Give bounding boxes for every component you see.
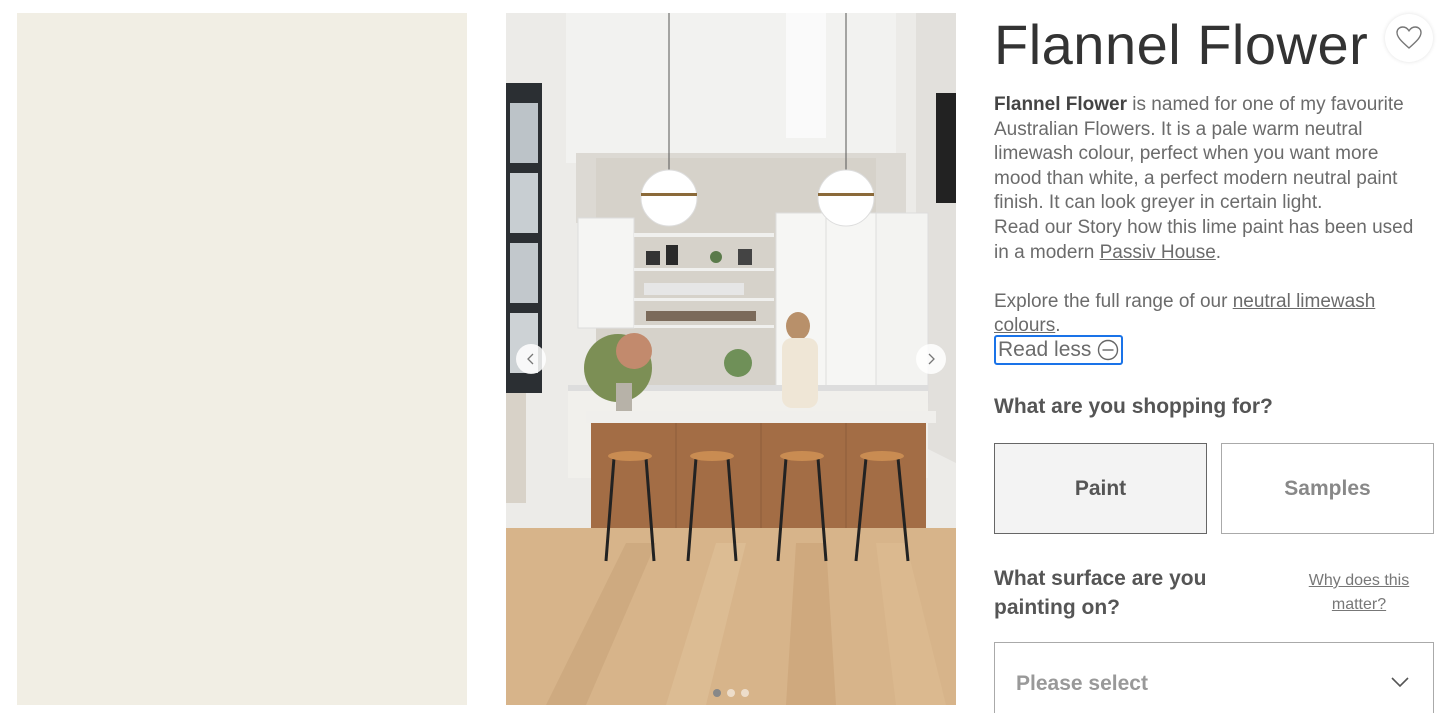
explore-suffix: . — [1055, 315, 1061, 337]
carousel-dot[interactable] — [727, 689, 735, 697]
read-less-label: Read less — [998, 338, 1092, 361]
story-suffix: . — [1215, 241, 1222, 263]
minus-circle-icon — [1098, 339, 1119, 361]
heart-outline-icon — [1396, 26, 1422, 49]
story-paragraph: Read our Story how this lime paint has b… — [994, 216, 1424, 265]
chevron-down-icon — [1391, 677, 1409, 688]
carousel-prev-button[interactable] — [516, 344, 546, 374]
chevron-left-icon — [527, 353, 534, 365]
colour-swatch — [17, 13, 467, 705]
description-product-name: Flannel Flower — [994, 94, 1128, 115]
option-paint-button[interactable]: Paint — [994, 443, 1207, 534]
explore-prefix: Explore the full range of our — [994, 290, 1233, 312]
surface-select-placeholder: Please select — [1016, 672, 1148, 695]
chevron-right-icon — [928, 353, 935, 365]
carousel-dots — [506, 689, 956, 697]
option-samples-button[interactable]: Samples — [1221, 443, 1434, 534]
carousel-dot[interactable] — [741, 689, 749, 697]
shopping-question: What are you shopping for? — [994, 395, 1273, 418]
read-less-button[interactable]: Read less — [994, 335, 1124, 365]
product-title: Flannel Flower — [994, 13, 1369, 76]
product-image-carousel[interactable] — [506, 13, 956, 705]
passiv-house-link[interactable]: Passiv House — [1100, 242, 1216, 263]
why-matter-link[interactable]: Why does this matter? — [1299, 569, 1419, 617]
favourite-button[interactable] — [1385, 14, 1433, 62]
product-description: Flannel Flower is named for one of my fa… — [994, 93, 1424, 339]
surface-select[interactable]: Please select — [994, 642, 1434, 713]
carousel-next-button[interactable] — [916, 344, 946, 374]
description-paragraph: Flannel Flower is named for one of my fa… — [994, 93, 1424, 216]
carousel-dot[interactable] — [713, 689, 721, 697]
surface-question: What surface are you painting on? — [994, 567, 1207, 619]
explore-paragraph: Explore the full range of our neutral li… — [994, 290, 1424, 339]
kitchen-photo — [506, 13, 956, 705]
